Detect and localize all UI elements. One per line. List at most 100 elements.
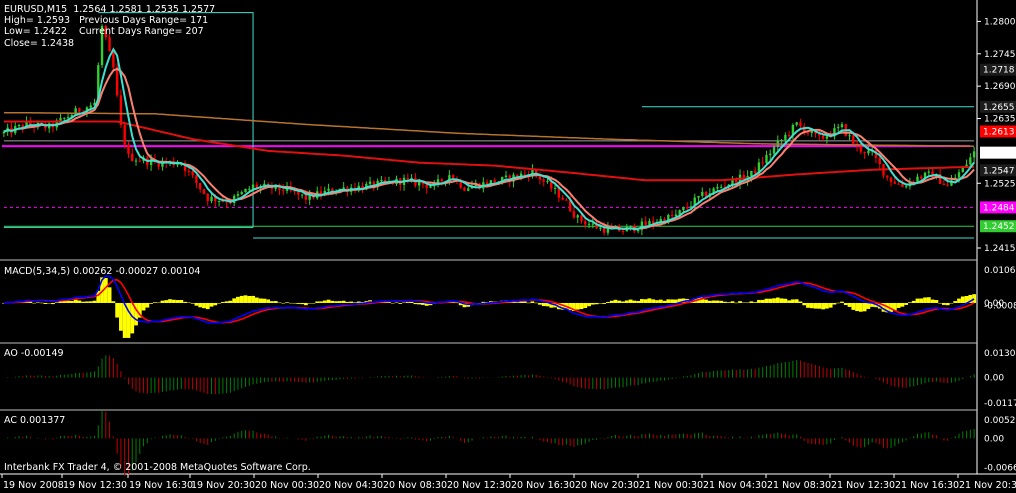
macd-histogram-bar <box>836 302 841 304</box>
candle-body <box>251 184 255 189</box>
candle-body <box>282 189 285 191</box>
candle-body <box>198 183 202 190</box>
macd-histogram-bar <box>330 300 335 303</box>
candle-body <box>852 135 855 144</box>
macd-histogram-bar <box>832 302 837 305</box>
price-tag-label: 1.2547 <box>983 166 1015 176</box>
low-line: Low= 1.2422 Current Days Range= 207 <box>4 26 204 37</box>
y-tick-label: 1.2690 <box>984 82 1016 92</box>
macd-histogram-bar <box>749 301 754 303</box>
macd-histogram-bar <box>757 299 761 303</box>
y-tick-label: 0.01304 <box>984 349 1016 359</box>
candle-body <box>576 215 579 218</box>
macd-histogram-bar <box>164 300 169 303</box>
macd-histogram-bar <box>322 300 327 303</box>
macd-histogram-bar <box>334 301 338 303</box>
macd-histogram-bar <box>953 301 958 303</box>
macd-histogram-bar <box>723 301 727 303</box>
y-tick-label: -0.01171 <box>984 399 1016 409</box>
candle-body <box>127 144 130 154</box>
candle-body <box>248 188 251 190</box>
macd-histogram-bar <box>288 302 293 304</box>
macd-histogram-bar <box>707 300 712 303</box>
macd-histogram-bar <box>594 302 599 305</box>
trading-chart[interactable]: 1.2800 1.2745 1.2690 1.2635 1.2525 1.2415 1.27… <box>0 0 1016 493</box>
ao-title: AO -0.00149 <box>4 348 64 359</box>
candle-body <box>467 188 470 191</box>
x-tick-label: 20 Nov 20:30 <box>575 480 639 491</box>
candle-body <box>236 194 240 196</box>
candle-body <box>878 157 881 165</box>
macd-histogram-bar <box>896 302 901 308</box>
macd-histogram-bar <box>530 301 535 303</box>
macd-histogram-bar <box>602 302 607 304</box>
y-tick-label: -0.0008 <box>984 302 1016 312</box>
candle-body <box>63 117 66 119</box>
macd-histogram-bar <box>824 302 829 309</box>
macd-histogram-bar <box>39 302 44 304</box>
macd-histogram-bar <box>538 302 542 305</box>
macd-histogram-bar <box>421 302 425 305</box>
macd-histogram-bar <box>673 299 678 303</box>
macd-histogram-bar <box>224 301 229 303</box>
macd-histogram-bar <box>141 302 146 311</box>
macd-histogram-bar <box>915 298 920 303</box>
x-tick-label: 19 Nov 16:30 <box>129 480 193 491</box>
macd-histogram-bar <box>768 298 773 303</box>
macd-histogram-bar <box>186 302 191 304</box>
candle-body <box>969 157 972 165</box>
candle-body <box>670 214 674 217</box>
candle-body <box>799 122 802 127</box>
candle-body <box>580 215 583 222</box>
candle-body <box>210 196 213 202</box>
macd-histogram-bar <box>285 302 289 303</box>
symbol-line: EURUSD,M15 1.2564 1.2581 1.2535 1.2577 <box>4 4 216 15</box>
macd-histogram-bar <box>787 300 792 303</box>
candle-body <box>417 181 421 186</box>
candle-body <box>206 193 209 202</box>
candle-body <box>176 164 179 166</box>
candle-body <box>191 171 194 176</box>
macd-histogram-bar <box>640 299 644 303</box>
candle-body <box>123 124 126 145</box>
candle-body <box>859 146 863 152</box>
macd-histogram-bar <box>911 300 916 303</box>
price-tag-label: 1.2484 <box>983 203 1015 213</box>
price-tag-label: 1.2718 <box>983 66 1015 76</box>
macd-histogram-bar <box>337 301 342 303</box>
candle-body <box>957 172 961 178</box>
candle-body <box>682 207 685 211</box>
macd-histogram-bar <box>583 302 588 309</box>
y-tick-label: 1.2525 <box>984 179 1016 189</box>
macd-histogram-bar <box>326 299 331 303</box>
macd-histogram-bar <box>270 301 274 303</box>
x-tick-label: 19 Nov 2008 <box>3 480 64 491</box>
macd-histogram-bar <box>251 295 255 303</box>
macd-histogram-bar <box>519 301 523 303</box>
candle-body <box>946 184 949 186</box>
y-tick-label: -0.00662 <box>984 463 1016 473</box>
macd-title: MACD(5,34,5) 0.00262 -0.00027 0.00104 <box>4 266 201 277</box>
candle-body <box>716 187 719 189</box>
candle-body <box>685 207 689 209</box>
macd-histogram-bar <box>171 299 176 303</box>
macd-histogram-bar <box>526 302 531 304</box>
macd-histogram-bar <box>617 300 622 303</box>
macd-histogram-bar <box>666 299 671 303</box>
macd-histogram-bar <box>217 302 221 304</box>
candle-body <box>942 183 946 185</box>
macd-histogram-bar <box>579 302 584 310</box>
macd-histogram-bar <box>775 297 780 303</box>
macd-histogram-bar <box>522 301 527 303</box>
macd-histogram-bar <box>254 297 259 303</box>
macd-histogram-bar <box>590 302 595 305</box>
candle-body <box>406 177 410 179</box>
macd-histogram-bar <box>183 301 187 303</box>
macd-histogram-bar <box>409 301 414 303</box>
macd-histogram-bar <box>281 302 286 304</box>
macd-histogram-bar <box>606 301 610 303</box>
macd-histogram-bar <box>51 302 55 305</box>
macd-histogram-bar <box>719 300 724 303</box>
candle-body <box>621 231 625 233</box>
macd-histogram-bar <box>840 301 844 303</box>
